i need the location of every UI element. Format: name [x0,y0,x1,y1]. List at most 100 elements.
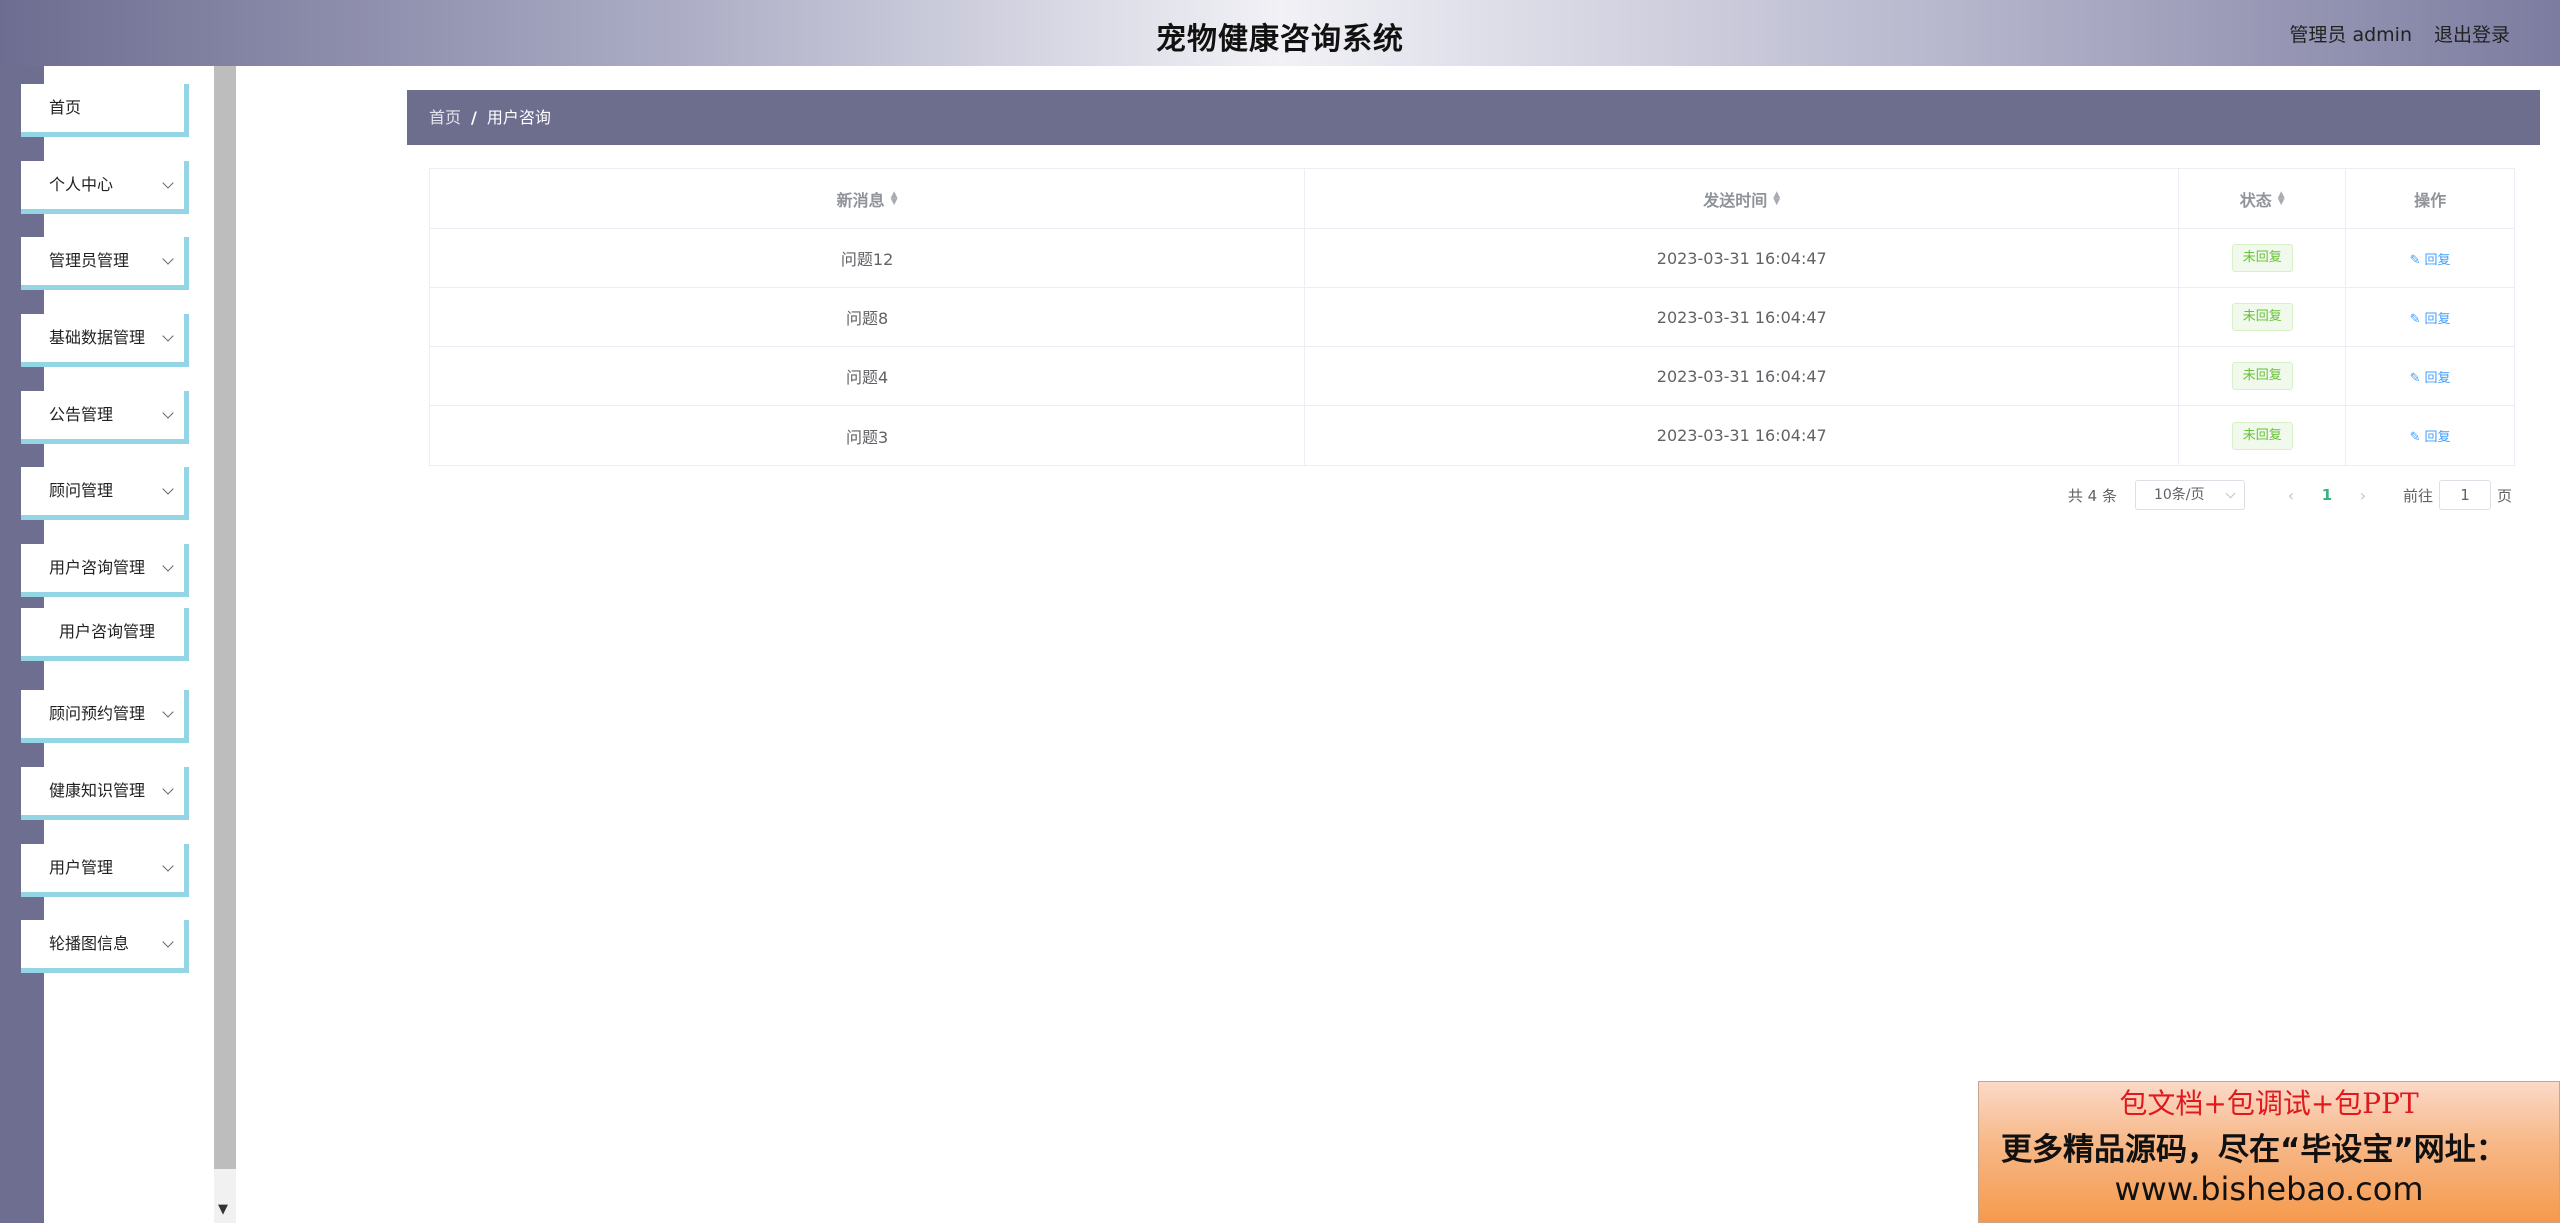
sidebar-item-label: 顾问预约管理 [49,704,146,723]
pagination-total: 共 4 条 [2067,486,2117,505]
cell-action: ✎ 回复 [2346,229,2514,287]
sidebar-item-consultations[interactable]: 用户咨询管理 [21,544,189,597]
table-row: 问题4 2023-03-31 16:04:47 未回复 ✎ 回复 [430,347,2514,406]
cell-action: ✎ 回复 [2346,288,2514,346]
goto-page-input[interactable]: 1 [2438,480,2491,510]
chevron-down-icon [2225,488,2236,499]
cell-time: 2023-03-31 16:04:47 [1305,288,2180,346]
chevron-down-icon [162,177,174,189]
cell-status: 未回复 [2179,229,2347,287]
reply-label: 回复 [2424,252,2451,268]
sidebar-item-notices[interactable]: 公告管理 [21,391,189,444]
chevron-down-icon [162,253,174,265]
table-row: 问题12 2023-03-31 16:04:47 未回复 ✎ 回复 [430,229,2514,288]
sidebar-item-health-knowledge[interactable]: 健康知识管理 [21,767,189,820]
chevron-down-icon [162,330,174,342]
page-size-select[interactable]: 10条/页 [2134,480,2245,510]
logout-link[interactable]: 退出登录 [2434,20,2510,47]
chevron-down-icon [162,860,174,872]
sidebar-item-label: 顾问管理 [49,481,114,500]
next-page-icon[interactable]: › [2345,486,2381,505]
edit-icon: ✎ [2409,370,2421,386]
pagination: 共 4 条 10条/页 ‹ 1 › 前往 1 页 [2068,480,2512,510]
reply-button[interactable]: ✎ 回复 [2410,367,2451,386]
column-header-status[interactable]: 状态 ▲ ▼ [2179,169,2347,228]
ad-banner[interactable]: 包文档+包调试+包PPT 更多精品源码，尽在“毕设宝”网址： www.bishe… [1978,1081,2560,1223]
chevron-down-icon [162,483,174,495]
sidebar-item-label: 轮播图信息 [49,934,130,953]
sidebar-item-label: 基础数据管理 [49,328,146,347]
sort-icon[interactable]: ▲ ▼ [891,190,898,206]
breadcrumb: 首页 / 用户咨询 [407,90,2540,145]
sidebar-item-appointments[interactable]: 顾问预约管理 [21,690,189,743]
sidebar-item-label: 用户咨询管理 [59,622,156,641]
cell-status: 未回复 [2179,406,2347,465]
column-header-message[interactable]: 新消息 ▲ ▼ [430,169,1306,228]
status-badge: 未回复 [2231,421,2293,450]
sort-icon[interactable]: ▲ ▼ [2278,190,2285,206]
sidebar-item-label: 健康知识管理 [49,781,146,800]
column-header-label: 发送时间 [1703,190,1768,210]
sidebar-item-label: 个人中心 [49,175,114,194]
sidebar-item-profile[interactable]: 个人中心 [21,161,189,214]
cell-action: ✎ 回复 [2346,347,2514,405]
sidebar-item-label: 公告管理 [49,405,114,424]
top-header: 宠物健康咨询系统 管理员 admin 退出登录 [0,0,2560,66]
edit-icon: ✎ [2409,430,2421,445]
breadcrumb-current: 用户咨询 [486,108,551,127]
goto-label: 前往 [2402,486,2433,505]
reply-label: 回复 [2424,311,2451,327]
page-suffix-label: 页 [2496,486,2512,505]
reply-button[interactable]: ✎ 回复 [2410,308,2451,327]
consultation-table: 新消息 ▲ ▼ 发送时间 ▲ ▼ 状态 ▲ ▼ 操作 问题12 2023-03-31 16:… [429,168,2515,466]
sidebar-item-consultants[interactable]: 顾问管理 [21,467,189,520]
sidebar-item-carousel[interactable]: 轮播图信息 [21,920,189,973]
column-header-label: 状态 [2239,190,2272,210]
sidebar-item-label: 用户咨询管理 [49,558,146,577]
cell-time: 2023-03-31 16:04:47 [1305,347,2180,405]
cell-time: 2023-03-31 16:04:47 [1305,229,2180,287]
table-row: 问题8 2023-03-31 16:04:47 未回复 ✎ 回复 [430,288,2514,347]
app-title: 宠物健康咨询系统 [1156,22,1404,57]
cell-status: 未回复 [2179,347,2347,405]
status-badge: 未回复 [2231,244,2293,272]
ad-url[interactable]: www.bishebao.com [1979,1170,2559,1208]
sidebar-item-label: 首页 [49,98,82,117]
column-header-time[interactable]: 发送时间 ▲ ▼ [1305,169,2180,228]
column-header-label: 操作 [2414,190,2447,210]
sort-icon[interactable]: ▲ ▼ [1773,190,1780,206]
table-row: 问题3 2023-03-31 16:04:47 未回复 ✎ 回复 [430,406,2514,465]
ad-line-2: 更多精品源码，尽在“毕设宝”网址： [2001,1132,2507,1168]
breadcrumb-home[interactable]: 首页 [429,108,461,127]
chevron-down-icon [162,706,174,718]
chevron-down-icon [162,560,174,572]
ad-line-1: 包文档+包调试+包PPT [2119,1087,2419,1120]
edit-icon: ✎ [2409,252,2421,268]
cell-time: 2023-03-31 16:04:47 [1305,406,2180,465]
sidebar-item-admins[interactable]: 管理员管理 [21,237,189,290]
page-size-value: 10条/页 [2153,487,2205,503]
table-header-row: 新消息 ▲ ▼ 发送时间 ▲ ▼ 状态 ▲ ▼ 操作 [430,169,2514,229]
reply-label: 回复 [2424,370,2451,386]
reply-button[interactable]: ✎ 回复 [2410,426,2451,445]
chevron-down-icon [162,783,174,795]
sidebar-item-users[interactable]: 用户管理 [21,844,189,897]
sidebar-item-label: 用户管理 [49,858,114,877]
cell-message: 问题4 [430,347,1306,405]
cell-message: 问题3 [430,406,1306,465]
sidebar-item-home[interactable]: 首页 [21,84,189,137]
column-header-action: 操作 [2346,169,2514,228]
prev-page-icon[interactable]: ‹ [2273,486,2309,505]
sidebar-item-label: 管理员管理 [49,251,130,270]
breadcrumb-separator: / [471,108,477,127]
sidebar-scrollbar[interactable]: ▼ [214,66,236,1223]
sidebar-item-base-data[interactable]: 基础数据管理 [21,314,189,367]
scroll-down-icon[interactable]: ▼ [218,1202,228,1217]
current-user: 管理员 admin [2289,24,2412,46]
reply-button[interactable]: ✎ 回复 [2410,249,2451,268]
sidebar-subitem-consultations[interactable]: 用户咨询管理 [21,608,189,661]
status-badge: 未回复 [2231,303,2293,331]
edit-icon: ✎ [2409,311,2421,327]
chevron-down-icon [162,936,174,948]
page-number[interactable]: 1 [2309,486,2345,504]
